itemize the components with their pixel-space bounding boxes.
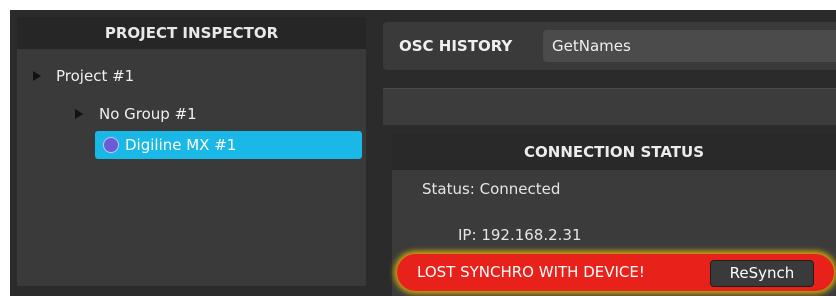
inspector-title: PROJECT INSPECTOR	[17, 17, 366, 49]
osc-history-field[interactable]: GetNames	[543, 30, 836, 62]
tree-item-label: Project #1	[56, 67, 135, 85]
toolbar-strip	[383, 88, 836, 125]
expand-triangle-icon[interactable]	[33, 71, 41, 81]
sync-alert-text: LOST SYNCHRO WITH DEVICE!	[417, 263, 645, 281]
ip-row: IP: 192.168.2.31	[458, 226, 582, 244]
status-value: Connected	[479, 180, 561, 198]
expand-triangle-icon[interactable]	[75, 109, 83, 119]
resynch-button[interactable]: ReSynch	[710, 260, 814, 287]
project-inspector-panel: PROJECT INSPECTOR Project #1 No Group #1…	[17, 17, 366, 286]
tree-item-project[interactable]: Project #1	[25, 64, 325, 88]
device-circle-icon	[103, 137, 119, 153]
status-label: Status:	[422, 180, 475, 198]
osc-history-bar: OSC HISTORY GetNames	[383, 22, 836, 70]
sync-alert-banner: LOST SYNCHRO WITH DEVICE! ReSynch	[397, 254, 834, 291]
status-row: Status: Connected	[422, 180, 560, 198]
ip-label: IP:	[458, 226, 477, 244]
tree-item-device[interactable]: Digiline MX #1	[95, 131, 362, 159]
tree-item-label: Digiline MX #1	[125, 136, 237, 154]
osc-history-label: OSC HISTORY	[399, 37, 513, 55]
tree-item-group[interactable]: No Group #1	[65, 102, 325, 126]
ip-value: 192.168.2.31	[481, 226, 582, 244]
tree-item-label: No Group #1	[99, 105, 197, 123]
connection-status-title: CONNECTION STATUS	[392, 134, 836, 170]
